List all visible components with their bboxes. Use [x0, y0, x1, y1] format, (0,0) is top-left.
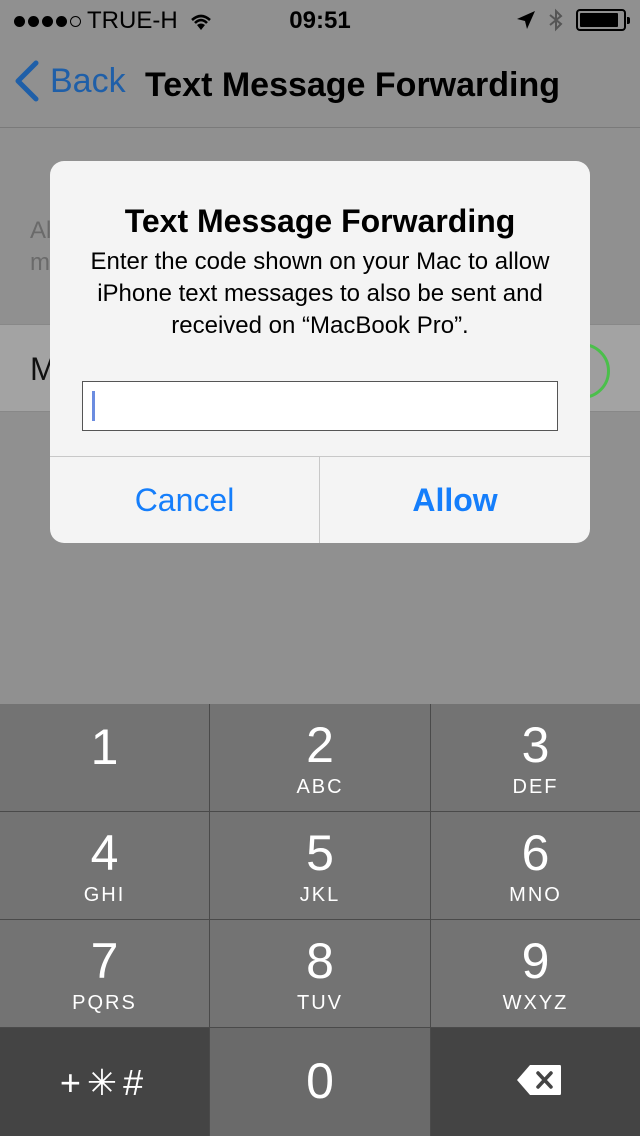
key-digit: 4: [90, 825, 119, 881]
navigation-bar: Back Text Message Forwarding: [0, 40, 640, 128]
back-button[interactable]: Back: [14, 60, 126, 102]
key-letters: GHI: [83, 884, 126, 906]
key-8[interactable]: 8 TUV: [210, 920, 430, 1027]
key-9[interactable]: 9 WXYZ: [431, 920, 640, 1027]
chevron-left-icon: [15, 60, 39, 102]
key-7[interactable]: 7 PQRS: [0, 920, 209, 1027]
key-digit: 6: [521, 825, 550, 881]
key-digit: 9: [521, 933, 550, 989]
key-4[interactable]: 4 GHI: [0, 812, 209, 919]
key-letters: TUV: [297, 992, 343, 1014]
delete-key[interactable]: [431, 1028, 640, 1136]
key-digit: 0: [306, 1053, 334, 1109]
key-symbols-label: +✳#: [59, 1062, 150, 1103]
delete-backspace-icon: [517, 1065, 561, 1095]
key-letters: MNO: [509, 884, 562, 906]
key-letters: WXYZ: [502, 992, 569, 1014]
key-digit: 2: [306, 717, 334, 773]
alert-dialog: Text Message Forwarding Enter the code s…: [50, 161, 590, 543]
cancel-button[interactable]: Cancel: [50, 457, 320, 543]
key-1[interactable]: 1: [0, 704, 209, 811]
numeric-keypad: 1 2 ABC 3 DEF 4 GHI 5 JKL 6 MNO 7 PQRS 8…: [0, 704, 640, 1136]
key-digit: 7: [90, 933, 119, 989]
key-digit: 8: [306, 933, 334, 989]
status-bar: TRUE-H 09:51: [0, 0, 640, 40]
battery-icon: [576, 9, 630, 31]
page-title: Text Message Forwarding: [145, 66, 561, 104]
key-digit: 5: [306, 825, 334, 881]
key-2[interactable]: 2 ABC: [210, 704, 430, 811]
key-letters: PQRS: [72, 992, 137, 1014]
key-digit: 3: [521, 717, 550, 773]
code-input[interactable]: [82, 381, 558, 431]
background-text-line: Al: [30, 217, 52, 244]
key-symbols[interactable]: +✳#: [0, 1028, 209, 1136]
text-caret: [92, 391, 95, 421]
back-label: Back: [50, 61, 126, 100]
background-text-line: m: [30, 249, 50, 276]
key-letters: JKL: [299, 884, 341, 906]
key-3[interactable]: 3 DEF: [431, 704, 640, 811]
key-letters: ABC: [296, 776, 344, 798]
alert-title: Text Message Forwarding: [124, 203, 516, 239]
status-right: [516, 8, 630, 32]
background-description: Al m: [30, 215, 51, 279]
alert-message: Enter the code shown on your Mac to allo…: [90, 248, 550, 339]
key-6[interactable]: 6 MNO: [431, 812, 640, 919]
key-digit: 1: [90, 719, 119, 775]
key-5[interactable]: 5 JKL: [210, 812, 430, 919]
bluetooth-icon: [549, 8, 563, 32]
allow-button[interactable]: Allow: [320, 457, 590, 543]
key-letters: DEF: [512, 776, 559, 798]
location-arrow-icon: [517, 11, 535, 29]
key-0[interactable]: 0: [210, 1028, 430, 1136]
